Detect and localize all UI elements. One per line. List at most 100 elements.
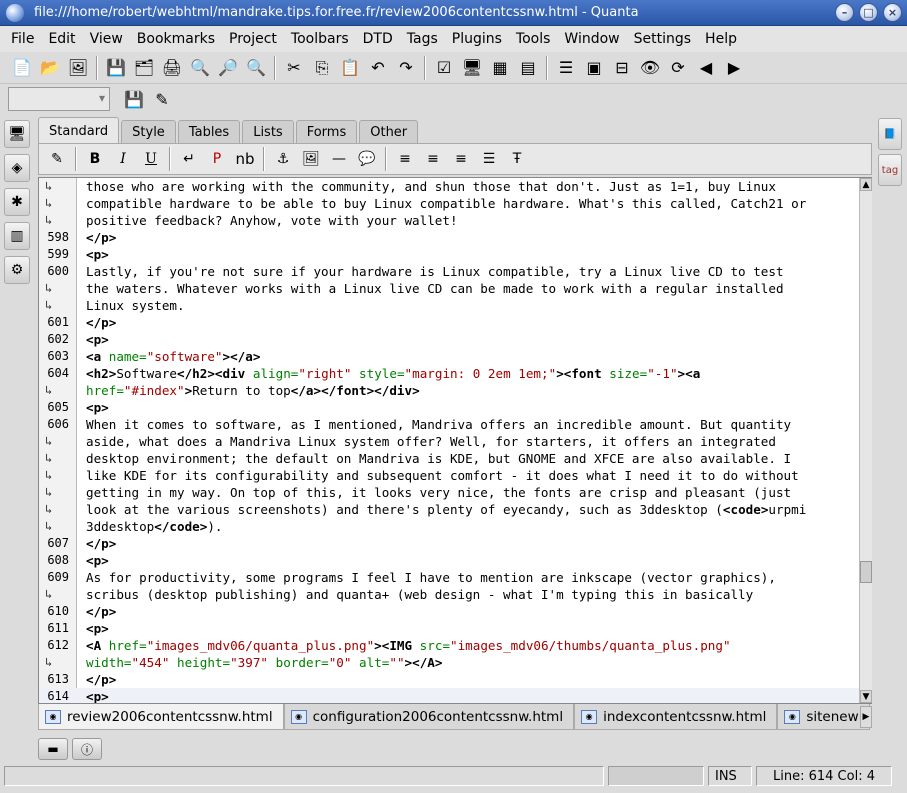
- tab-forms[interactable]: Forms: [295, 120, 358, 144]
- code-line[interactable]: 607 </p>: [39, 535, 859, 552]
- horizontal-rule-icon[interactable]: —: [327, 147, 351, 171]
- menu-window[interactable]: Window: [557, 31, 626, 47]
- code-line[interactable]: ↳ compatible hardware to be able to buy L…: [39, 195, 859, 212]
- menu-tools[interactable]: Tools: [509, 31, 558, 47]
- code-line[interactable]: ↳ those who are working with the communit…: [39, 178, 859, 195]
- info-icon[interactable]: ⓘ: [72, 738, 102, 760]
- new-file-icon[interactable]: 📄: [10, 56, 34, 80]
- redo-icon[interactable]: ↷: [394, 56, 418, 80]
- checkbox-tool-icon[interactable]: ☑: [432, 56, 456, 80]
- preview-eye-icon[interactable]: 👁: [638, 56, 662, 80]
- code-line[interactable]: 601 </p>: [39, 314, 859, 331]
- code-line[interactable]: ↳ like KDE for its configurability and su…: [39, 467, 859, 484]
- menu-file[interactable]: File: [4, 31, 41, 47]
- menu-settings[interactable]: Settings: [627, 31, 698, 47]
- preview-icon[interactable]: 🖥: [460, 56, 484, 80]
- code-line[interactable]: 598 </p>: [39, 229, 859, 246]
- xsl-icon[interactable]: ▤: [516, 56, 540, 80]
- align-right-icon[interactable]: ≡: [449, 147, 473, 171]
- code-line[interactable]: ↳ desktop environment; the default on Man…: [39, 450, 859, 467]
- source-view-icon[interactable]: ☰: [554, 56, 578, 80]
- project-combo[interactable]: [8, 87, 110, 111]
- tab-style[interactable]: Style: [121, 120, 176, 144]
- code-line[interactable]: 604 <h2>Software</h2><div align="right" s…: [39, 365, 859, 382]
- code-line[interactable]: ↳ look at the various screenshots) and th…: [39, 501, 859, 518]
- back-arrow-icon[interactable]: ◀: [694, 56, 718, 80]
- plugin-icon[interactable]: ▦: [488, 56, 512, 80]
- code-line[interactable]: 611 <p>: [39, 620, 859, 637]
- find-icon[interactable]: 🔍: [188, 56, 212, 80]
- split-view-icon[interactable]: ⊟: [610, 56, 634, 80]
- image-icon[interactable]: 🖼: [299, 147, 323, 171]
- code-line[interactable]: 608 <p>: [39, 552, 859, 569]
- edit-icon[interactable]: ✎: [150, 87, 174, 111]
- tab-lists[interactable]: Lists: [242, 120, 294, 144]
- document-tab[interactable]: ◉ indexcontentcssnw.html: [574, 704, 778, 730]
- code-line[interactable]: ↳ getting in my way. On top of this, it l…: [39, 484, 859, 501]
- code-line[interactable]: ↳ aside, what does a Mandriva Linux syste…: [39, 433, 859, 450]
- menu-dtd[interactable]: DTD: [356, 31, 400, 47]
- tab-other[interactable]: Other: [359, 120, 419, 144]
- code-line[interactable]: ↳ the waters. Whatever works with a Linux…: [39, 280, 859, 297]
- save-icon[interactable]: 💾: [104, 56, 128, 80]
- bold-button[interactable]: B: [83, 147, 107, 171]
- tab-scroll-right-icon[interactable]: ▶: [860, 706, 872, 728]
- find-next-icon[interactable]: 🔎: [216, 56, 240, 80]
- code-line[interactable]: ↳ positive feedback? Anyhow, vote with yo…: [39, 212, 859, 229]
- tab-tables[interactable]: Tables: [177, 120, 241, 144]
- code-line[interactable]: 609 As for productivity, some programs I …: [39, 569, 859, 586]
- align-center-icon[interactable]: ≡: [421, 147, 445, 171]
- print-icon[interactable]: 🖨: [160, 56, 184, 80]
- code-line[interactable]: 599 <p>: [39, 246, 859, 263]
- code-line[interactable]: ↳ href="#index">Return to top</a></font><…: [39, 382, 859, 399]
- document-tab[interactable]: ◉ configuration2006contentcssnw.html: [283, 704, 575, 730]
- forward-arrow-icon[interactable]: ▶: [722, 56, 746, 80]
- replace-icon[interactable]: 🔍: [244, 56, 268, 80]
- code-line[interactable]: 600 Lastly, if you're not sure if your ha…: [39, 263, 859, 280]
- menu-help[interactable]: Help: [698, 31, 744, 47]
- document-tab[interactable]: ◉ review2006contentcssnw.html: [38, 704, 284, 730]
- code-line[interactable]: ↳ scribus (desktop publishing) and quanta…: [39, 586, 859, 603]
- code-line[interactable]: 614 <p>: [39, 688, 859, 703]
- scrollbar-thumb[interactable]: [860, 561, 872, 583]
- scroll-up-icon[interactable]: ▲: [860, 178, 872, 191]
- document-structure-icon[interactable]: ▥: [4, 222, 30, 250]
- scripts-icon[interactable]: ⚙: [4, 256, 30, 284]
- menu-edit[interactable]: Edit: [41, 31, 82, 47]
- align-left-icon[interactable]: ≡: [393, 147, 417, 171]
- open-recent-icon[interactable]: 🖼: [66, 56, 90, 80]
- files-tree-icon[interactable]: 🖥: [4, 120, 30, 148]
- anchor-icon[interactable]: ⚓: [271, 147, 295, 171]
- project-tree-icon[interactable]: ◈: [4, 154, 30, 182]
- tab-standard[interactable]: Standard: [38, 117, 120, 144]
- code-line[interactable]: 612 <A href="images_mdv06/quanta_plus.png…: [39, 637, 859, 654]
- code-line[interactable]: 602 <p>: [39, 331, 859, 348]
- copy-icon[interactable]: ⎘: [310, 56, 334, 80]
- code-line[interactable]: 605 <p>: [39, 399, 859, 416]
- menu-tags[interactable]: Tags: [400, 31, 445, 47]
- open-file-icon[interactable]: 📂: [38, 56, 62, 80]
- line-break-icon[interactable]: ↵: [177, 147, 201, 171]
- menu-plugins[interactable]: Plugins: [445, 31, 509, 47]
- code-area[interactable]: ↳ those who are working with the communit…: [39, 178, 859, 703]
- docs-icon[interactable]: 📘: [878, 118, 902, 150]
- menu-project[interactable]: Project: [222, 31, 284, 47]
- teletype-icon[interactable]: Ŧ: [505, 147, 529, 171]
- document-tab[interactable]: ◉ sitenew: [777, 704, 870, 730]
- save-icon[interactable]: 💾: [122, 87, 146, 111]
- underline-button[interactable]: U: [139, 147, 163, 171]
- vertical-scrollbar[interactable]: ▲ ▼: [859, 178, 872, 703]
- close-icon[interactable]: ×: [883, 3, 902, 22]
- nbsp-button[interactable]: nb: [233, 147, 257, 171]
- code-line[interactable]: 606 When it comes to software, as I menti…: [39, 416, 859, 433]
- maximize-icon[interactable]: □: [859, 3, 878, 22]
- code-line[interactable]: ↳ 3ddesktop</code>).: [39, 518, 859, 535]
- save-all-icon[interactable]: 🗂: [132, 56, 156, 80]
- tag-attributes-icon[interactable]: tag: [878, 154, 902, 186]
- vpl-view-icon[interactable]: ▣: [582, 56, 606, 80]
- konsole-icon[interactable]: ▬: [38, 738, 68, 760]
- source-editor[interactable]: ↳ those who are working with the communit…: [38, 177, 872, 704]
- code-line[interactable]: 603 <a name="software"></a>: [39, 348, 859, 365]
- justify-icon[interactable]: ☰: [477, 147, 501, 171]
- code-line[interactable]: 613 </p>: [39, 671, 859, 688]
